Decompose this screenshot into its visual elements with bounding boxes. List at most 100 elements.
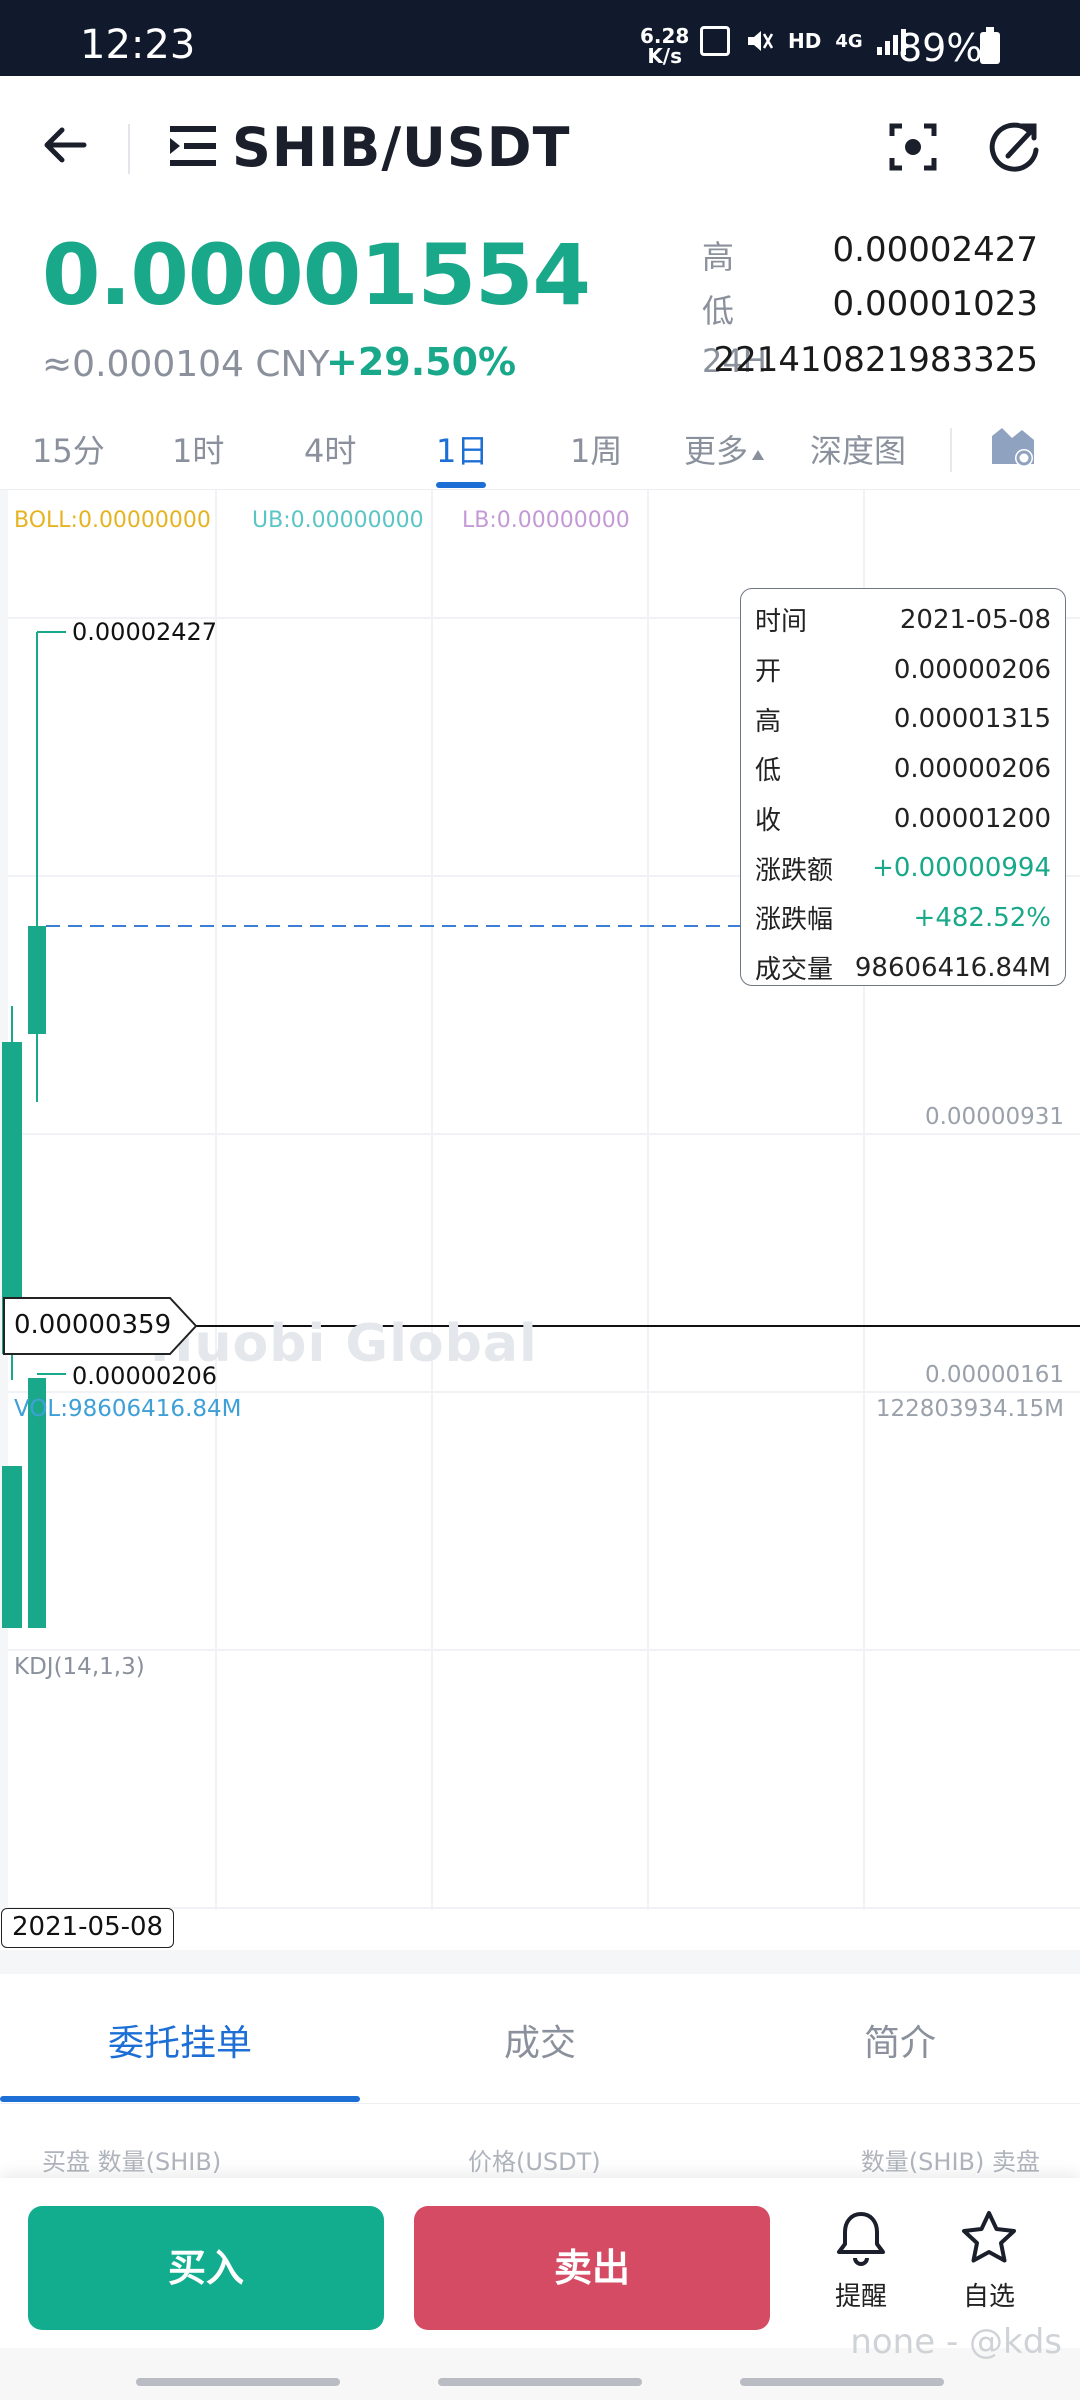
recycle-icon	[700, 26, 730, 56]
buy-button[interactable]: 买入	[28, 2206, 384, 2330]
pair-menu-icon[interactable]	[168, 124, 218, 168]
section-divider	[0, 1950, 1080, 1974]
caret-down-icon	[752, 450, 765, 460]
scan-icon[interactable]	[888, 120, 938, 174]
orderbook-bid-header: 买盘 数量(SHIB)	[42, 2148, 222, 2176]
watchlist-button[interactable]: 自选	[934, 2208, 1044, 2328]
tooltip-value: 2021-05-08	[899, 604, 1051, 635]
network-type: 4G	[835, 30, 863, 52]
tooltip-label: 开	[755, 657, 782, 688]
sell-button[interactable]: 卖出	[414, 2206, 770, 2330]
cursor-price-value: 0.00000359	[14, 1310, 172, 1340]
header: SHIB/USDT	[0, 76, 1080, 222]
status-bar: 12:23 6.28 K/s HD 4G 89%	[0, 0, 1080, 76]
active-tab-indicator	[436, 482, 486, 488]
tooltip-row-high: 高 0.00001315	[755, 694, 1051, 744]
volume-bar	[2, 1466, 22, 1628]
tab-1d[interactable]: 1日	[436, 426, 488, 472]
star-icon	[962, 2211, 1016, 2263]
interval-tabs: 15分 1时 4时 1日 1周 更多 深度图	[0, 410, 1080, 490]
tooltip-row-time: 时间 2021-05-08	[755, 595, 1051, 645]
lb-indicator: LB:0.00000000	[462, 508, 630, 533]
tab-more-label: 更多	[684, 432, 749, 470]
nav-pill[interactable]	[740, 2378, 944, 2386]
header-divider	[128, 124, 130, 174]
battery-level: 89%	[898, 26, 983, 70]
network-speed: 6.28 K/s	[640, 26, 689, 66]
tabs-divider	[950, 428, 952, 472]
nav-pill[interactable]	[438, 2378, 642, 2386]
alert-label: 提醒	[834, 2282, 887, 2312]
tooltip-value: 0.00001315	[893, 704, 1051, 735]
chart-settings-icon[interactable]	[990, 424, 1036, 470]
tooltip-value: 98606416.84M	[854, 952, 1051, 983]
tooltip-label: 涨跌幅	[755, 905, 834, 936]
tab-1w[interactable]: 1周	[570, 426, 622, 472]
tooltip-row-close: 收 0.00001200	[755, 794, 1051, 844]
orderbook-ask-header: 数量(SHIB) 卖盘	[860, 2148, 1040, 2176]
watchlist-label: 自选	[962, 2282, 1015, 2312]
cursor-date-tag: 2021-05-08	[1, 1908, 175, 1948]
axis-price-low: 0.00000161	[924, 1362, 1064, 1388]
axis-volume-max: 122803934.15M	[875, 1396, 1064, 1422]
network-speed-value: 6.28	[640, 24, 690, 48]
boll-indicator: BOLL:0.00000000	[14, 508, 211, 533]
candle-tooltip: 时间 2021-05-08 开 0.00000206 高 0.00001315 低 0.…	[740, 588, 1066, 986]
tab-4h[interactable]: 4时	[304, 426, 356, 472]
ub-indicator: UB:0.00000000	[252, 508, 424, 533]
tooltip-label: 涨跌额	[755, 855, 834, 886]
tab-15m[interactable]: 15分	[32, 426, 105, 472]
tooltip-value: +0.00000994	[872, 853, 1051, 884]
tab-orders[interactable]: 委托挂单	[0, 2014, 360, 2066]
tooltip-value: 0.00000206	[893, 654, 1051, 685]
hd-indicator: HD	[788, 29, 822, 53]
nav-pill[interactable]	[136, 2378, 340, 2386]
kdj-indicator: KDJ(14,1,3)	[14, 1654, 145, 1680]
tooltip-row-volume: 成交量 98606416.84M	[755, 943, 1051, 993]
tooltip-label: 成交量	[755, 955, 834, 986]
alert-button[interactable]: 提醒	[806, 2208, 916, 2328]
status-icons: HD 4G	[700, 26, 906, 56]
share-icon[interactable]	[988, 120, 1042, 174]
info-tabs: 委托挂单 成交 简介	[0, 1974, 1080, 2104]
tooltip-value: +482.52%	[913, 902, 1051, 933]
tooltip-value: 0.00001200	[893, 803, 1051, 834]
battery-icon	[980, 27, 1000, 64]
bell-icon	[837, 2212, 885, 2266]
back-arrow-icon[interactable]	[40, 120, 90, 170]
watermark: Huobi Global	[150, 1314, 538, 1374]
last-price: 0.00001554	[42, 226, 591, 324]
tab-depth[interactable]: 深度图	[810, 426, 906, 472]
tab-trades[interactable]: 成交	[360, 2014, 720, 2066]
price-change: +29.50%	[326, 340, 517, 384]
volume-indicator: VOL:98606416.84M	[14, 1396, 242, 1422]
tab-more[interactable]: 更多	[684, 426, 765, 472]
high-label: 高	[702, 238, 735, 276]
tooltip-row-open: 开 0.00000206	[755, 645, 1051, 695]
pair-title[interactable]: SHIB/USDT	[232, 116, 570, 179]
axis-price-mid: 0.00000931	[924, 1104, 1064, 1130]
tooltip-row-change-amount: 涨跌额 +0.00000994	[755, 843, 1051, 893]
mute-icon	[748, 31, 774, 51]
orderbook-header: 买盘 数量(SHIB) 价格(USDT) 数量(SHIB) 卖盘	[0, 2130, 1080, 2176]
tooltip-label: 时间	[755, 607, 808, 638]
tooltip-row-change-percent: 涨跌幅 +482.52%	[755, 893, 1051, 943]
network-speed-unit: K/s	[647, 44, 683, 68]
tooltip-label: 收	[755, 806, 782, 837]
tab-1h[interactable]: 1时	[172, 426, 224, 472]
signature-watermark: none - @kds	[850, 2322, 1062, 2362]
high-value: 0.00002427	[832, 230, 1039, 270]
tab-intro[interactable]: 简介	[720, 2014, 1080, 2066]
info-tab-indicator	[0, 2096, 360, 2102]
tooltip-label: 高	[755, 706, 782, 737]
low-label: 低	[702, 292, 735, 330]
candle-body	[28, 926, 46, 1034]
tooltip-value: 0.00000206	[893, 753, 1051, 784]
status-time: 12:23	[80, 22, 196, 68]
tooltip-label: 低	[755, 756, 782, 787]
max-price-label: 0.00002427	[72, 618, 218, 646]
tooltip-row-low: 低 0.00000206	[755, 744, 1051, 794]
low-value: 0.00001023	[832, 284, 1039, 324]
price-cny: ≈0.000104 CNY	[42, 344, 330, 385]
orderbook-price-header: 价格(USDT)	[468, 2148, 601, 2176]
